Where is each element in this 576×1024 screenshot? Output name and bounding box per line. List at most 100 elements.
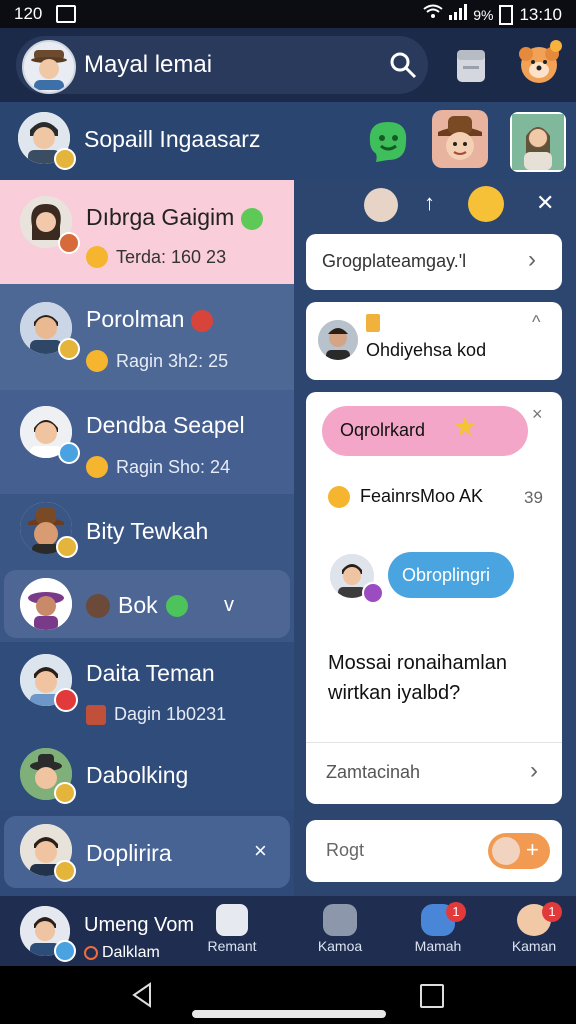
close-icon[interactable]: ✕ [536,190,554,216]
chat-subtitle: Terda: 160 23 [86,246,226,268]
face-avatar-icon[interactable] [364,188,398,222]
back-icon[interactable] [130,982,154,1013]
chat-name: Dabolking [86,762,189,788]
check-icon [165,594,188,617]
notification-badge: 1 [542,902,562,922]
chat-subtitle: Ragin Sho: 24 [86,456,230,478]
chat-item[interactable]: Porolman Ragin 3h2: 25 [0,284,294,390]
chat-item[interactable]: Bok v [0,566,294,642]
status-badge [54,860,76,882]
chat-item[interactable]: Dıbrga Gaigim Terda: 160 23 [0,180,294,284]
expand-chevron[interactable]: v [224,594,234,617]
conversation-card: Oqrolrkard × FeainrsMoo AK 39 Obroplingr… [306,392,562,804]
collapse-icon[interactable]: ^ [532,312,540,333]
status-time-right: 13:10 [519,4,562,24]
chat-name: Doplirira [86,840,172,866]
chat-list: Dıbrga Gaigim Terda: 160 23 Porolman Rag… [0,180,294,896]
battery-percent: % [481,6,494,23]
profile-name: Umeng Vom [84,914,195,936]
chat-name: Dendba Seapel [86,412,245,438]
recents-icon[interactable] [420,984,444,1008]
add-icon: + [526,837,539,862]
sender-avatar[interactable] [318,320,358,360]
chevron-right-icon: › [530,757,538,784]
status-badge [54,940,76,962]
input-placeholder: Rogt [326,840,365,860]
document-icon [366,314,380,332]
search-bar[interactable]: Mayal lemai [16,36,428,94]
screenshot-icon [56,5,77,23]
footer-option-label: Zamtacinah [326,762,421,782]
nav-label: Kaman [511,938,557,954]
status-dot-icon [84,946,98,960]
nav-label: Kamoa [317,938,363,954]
chevron-right-icon: › [528,246,536,273]
profile-status: Dalklam [84,944,160,962]
message-card[interactable]: Ohdiyehsa kod ^ [306,302,562,380]
laugh-emoji-icon[interactable] [468,186,504,222]
status-badge [54,148,76,170]
status-badge [58,338,80,360]
bear-icon [86,593,110,618]
search-icon[interactable] [388,50,418,80]
message-count: 39 [524,488,543,507]
message-line: FeainrsMoo AK [360,486,484,506]
footer-option[interactable]: Zamtacinah › [306,742,562,804]
status-badge [58,442,80,464]
nav-item[interactable]: Kamoa [308,900,372,954]
close-icon[interactable]: × [532,404,543,425]
status-bar: 120 9% 13:10 [0,0,576,28]
lemon-icon [328,486,350,508]
chat-item[interactable]: Dabolking [0,746,294,810]
message-text: Ohdiyehsa kod [366,340,487,360]
strawberry-icon [190,309,213,332]
cat-icon [323,904,357,936]
chat-name: Bok [86,592,188,619]
group-header[interactable]: Sopaill Ingaasarz [0,102,576,180]
chat-item[interactable]: Doplirira × [0,810,294,896]
green-sticker-icon[interactable] [362,114,414,166]
send-button[interactable]: + [488,833,550,869]
thumbs-up-icon [86,246,108,268]
suggestion-text: Grogplateamgay.'l [322,251,467,271]
ghost-icon [216,904,248,936]
detail-panel: ↑ ✕ Grogplateamgay.'l › Ohdiyehsa kod ^ … [294,180,576,896]
user-avatar[interactable] [22,40,76,94]
dog-sticker-icon[interactable] [516,40,562,86]
chat-avatar[interactable] [20,578,72,630]
wifi-icon [423,4,443,25]
notification-badge: 1 [446,902,466,922]
chat-name: Bity Tewkah [86,518,209,544]
photo-thumbnail[interactable] [510,112,566,172]
document-icon[interactable] [454,46,488,84]
message-input[interactable]: Rogt + [306,820,562,882]
contact-chip-label: Obroplingri [402,565,491,585]
group-title: Sopaill Ingaasarz [84,126,261,152]
nav-item[interactable]: Kaman 1 [502,900,566,954]
grin-icon [86,456,108,478]
home-indicator[interactable] [192,1010,386,1018]
gift-icon [86,704,106,725]
cowboy-avatar[interactable] [432,110,488,168]
app-header: Mayal lemai [0,28,576,102]
battery-icon [499,4,514,25]
up-arrow-icon[interactable]: ↑ [424,190,435,216]
status-badge [58,232,80,254]
nav-label: Remant [207,938,257,954]
nav-item[interactable]: Remant [200,900,264,954]
status-badge [56,536,78,558]
close-icon[interactable]: × [254,838,267,864]
battery-level: 9 [473,6,481,23]
chat-item[interactable]: Daita Teman Dagin 1b0231 [0,642,294,746]
bubble-text: Oqrolrkard [340,420,426,440]
chat-item[interactable]: Bity Tewkah [0,494,294,566]
avatar [492,837,520,865]
suggestion-card[interactable]: Grogplateamgay.'l › [306,234,562,290]
chat-name: Dıbrga Gaigim [86,204,263,231]
chat-subtitle: Ragin 3h2: 25 [86,350,228,372]
chat-name: Daita Teman [86,660,215,686]
chat-item[interactable]: Dendba Seapel Ragin Sho: 24 [0,390,294,494]
nav-item[interactable]: Mamah 1 [406,900,470,954]
smile-icon [240,207,263,230]
chat-subtitle: Dagin 1b0231 [86,704,226,725]
